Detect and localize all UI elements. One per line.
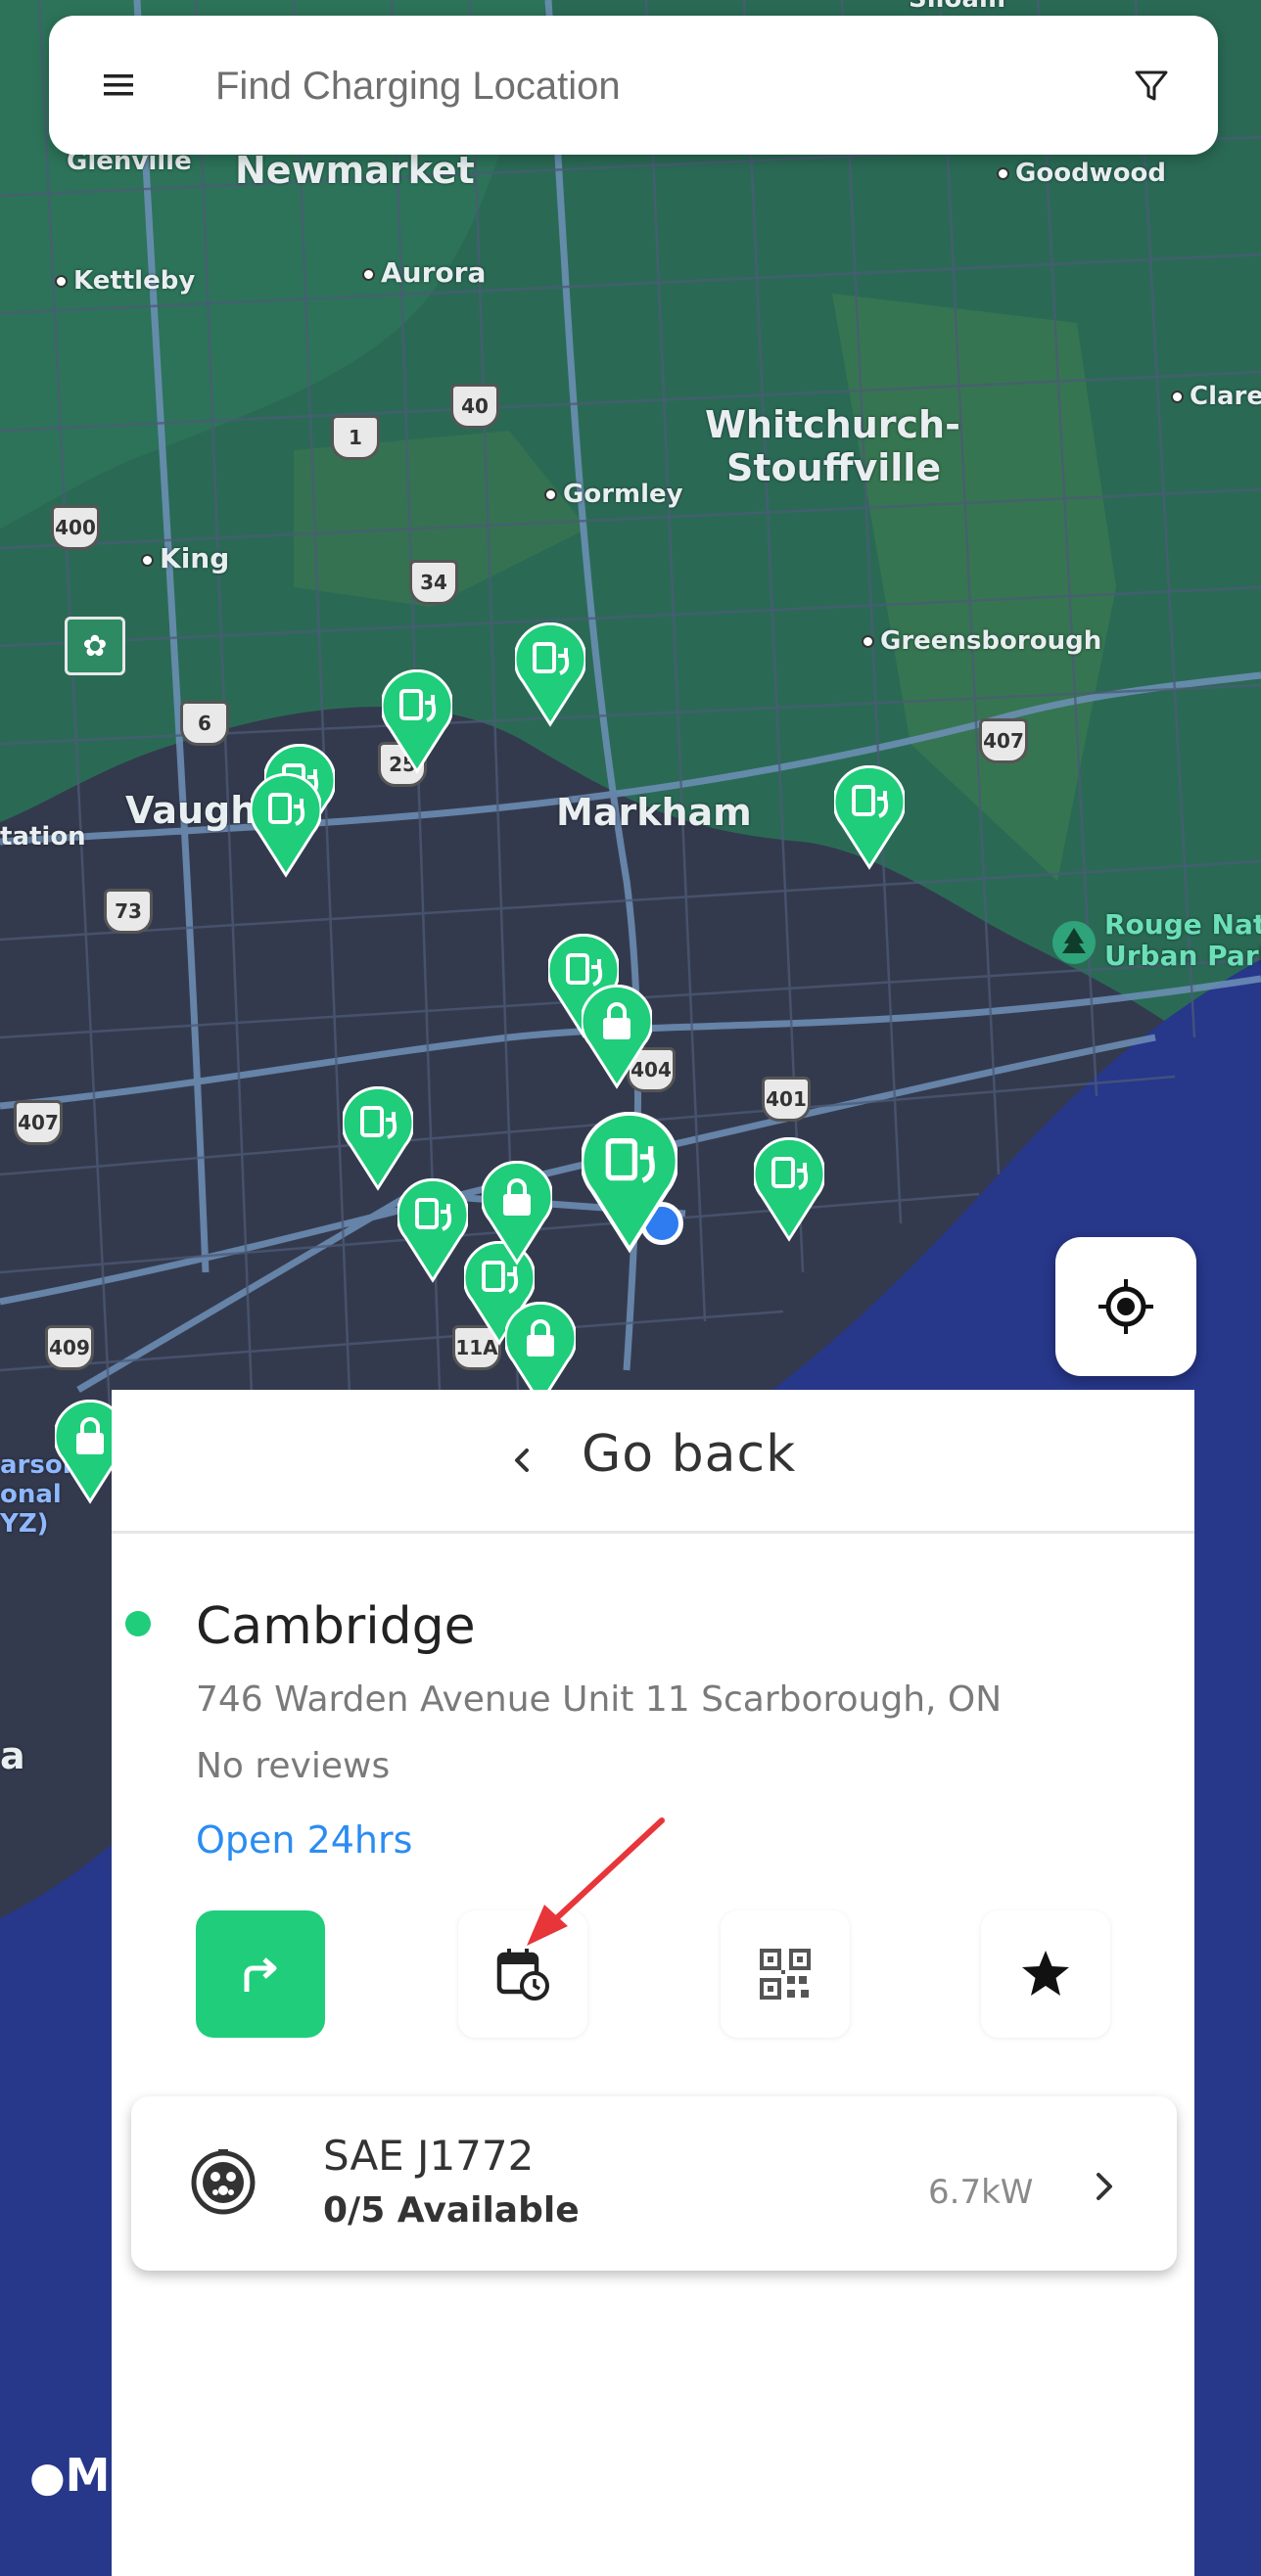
charger-pin[interactable] <box>382 669 452 775</box>
charger-pin[interactable] <box>343 1086 413 1192</box>
connector-card[interactable]: SAE J1772 0/5 Available 6.7kW <box>131 2096 1177 2271</box>
connector-type: SAE J1772 <box>323 2132 535 2180</box>
highway-shield: 401 <box>762 1077 811 1122</box>
chevron-right-icon <box>1097 2173 1112 2200</box>
highway-shield: 400 <box>51 505 100 550</box>
station-reviews[interactable]: No reviews <box>196 1746 390 1786</box>
search-input[interactable] <box>213 55 1059 117</box>
map-label-pearson-line2: onal <box>0 1480 62 1509</box>
map-label-newmarket: Newmarket <box>235 149 475 192</box>
map-label-gormley: Gormley <box>544 480 683 509</box>
maps-attribution-text: Maps <box>65 2449 112 2502</box>
turn-right-arrow-icon <box>244 1957 277 1992</box>
search-bar <box>49 16 1218 155</box>
star-icon <box>1022 1951 1069 1996</box>
charger-pin[interactable] <box>754 1137 824 1243</box>
highway-shield: 407 <box>979 718 1028 763</box>
map-label-rouge-line2: Urban Park <box>1104 940 1261 972</box>
go-back-button[interactable]: Go back <box>112 1390 1194 1534</box>
menu-icon[interactable] <box>102 69 135 102</box>
crosshair-icon <box>1098 1279 1153 1334</box>
map-label-whitchurch-line1: Whitchurch- <box>705 403 960 446</box>
map-label-goodwood: Goodwood <box>997 159 1166 188</box>
go-back-label: Go back <box>582 1425 797 1484</box>
maps-attribution: ●Maps <box>29 2449 112 2502</box>
station-status-dot <box>125 1611 151 1636</box>
locate-me-button[interactable] <box>1055 1237 1196 1376</box>
qr-code-icon <box>760 1949 811 2000</box>
qr-scan-button[interactable] <box>721 1910 850 2038</box>
highway-shield: 6 <box>180 701 229 746</box>
connector-availability: 0/5 Available <box>323 2190 580 2231</box>
highway-shield: 1 <box>331 415 380 460</box>
highway-shield: 34 <box>409 560 458 605</box>
charger-pin[interactable] <box>397 1178 468 1284</box>
map-label-station: tation <box>0 822 86 851</box>
calendar-clock-icon <box>496 1949 549 2001</box>
map-label-etobicoke: a <box>0 1734 25 1777</box>
filter-icon[interactable] <box>1132 67 1171 106</box>
map-label-kettleby: Kettleby <box>55 266 195 296</box>
map-label-vaughan: Vaugh <box>125 789 257 832</box>
charger-pin[interactable] <box>251 773 321 879</box>
charger-pin[interactable] <box>834 765 905 871</box>
j1772-plug-icon <box>191 2149 256 2215</box>
station-name: Cambridge <box>196 1597 476 1656</box>
station-hours[interactable]: Open 24hrs <box>196 1818 412 1862</box>
station-detail-panel: Go back Cambridge 746 Warden Avenue Unit… <box>112 1390 1194 2576</box>
station-address: 746 Warden Avenue Unit 11 Scarborough, O… <box>196 1679 1003 1720</box>
map-label-aurora: Aurora <box>362 256 486 289</box>
map-label-claremont: Clare <box>1171 382 1261 411</box>
schedule-button[interactable] <box>458 1910 587 2038</box>
selected-charger-pin[interactable] <box>582 1112 677 1255</box>
map-label-greensborough: Greensborough <box>862 626 1101 656</box>
highway-shield: 409 <box>45 1325 94 1370</box>
highway-shield: 407 <box>14 1100 63 1145</box>
map-label-rouge-line1: Rouge Nati <box>1104 908 1261 941</box>
locked-charger-pin[interactable] <box>582 985 652 1090</box>
park-tree-icon <box>1052 921 1096 964</box>
apple-logo-icon: ● <box>29 2453 66 2501</box>
highway-shield: 40 <box>450 384 499 429</box>
charger-pin[interactable] <box>515 622 585 728</box>
map-label-king: King <box>141 542 229 575</box>
locked-charger-pin[interactable] <box>482 1161 552 1266</box>
map-label-whitchurch-line2: Stouffville <box>726 446 942 489</box>
connector-power: 6.7kW <box>928 2173 1034 2212</box>
map-label-markham: Markham <box>556 791 752 834</box>
maple-leaf-sign-icon: ✿ <box>65 617 125 675</box>
favorite-button[interactable] <box>981 1910 1110 2038</box>
chevron-left-icon <box>515 1449 529 1472</box>
directions-button[interactable] <box>196 1910 325 2038</box>
highway-shield: 73 <box>104 889 153 934</box>
map-label-siloam: Siloam <box>909 0 1005 14</box>
map-label-pearson-line3: YZ) <box>0 1509 49 1539</box>
